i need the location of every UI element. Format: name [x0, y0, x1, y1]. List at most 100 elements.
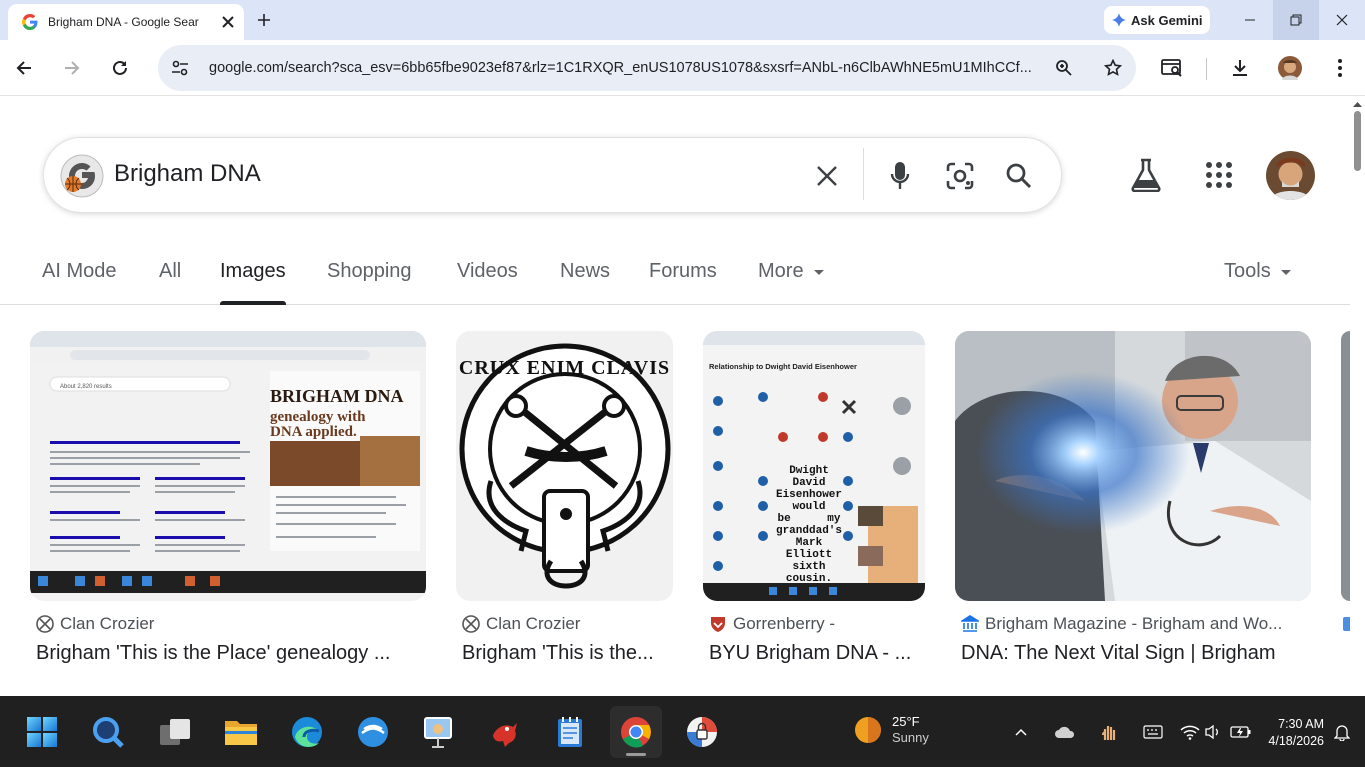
clock-time: 7:30 AM [1278, 717, 1324, 731]
clear-search-icon[interactable] [807, 156, 847, 196]
result-image-1[interactable]: About 2,820 results BRIGHAM DNA genealog… [30, 331, 426, 601]
back-button[interactable] [8, 52, 40, 84]
mail-app-icon[interactable] [347, 706, 399, 758]
restore-button[interactable] [1273, 0, 1319, 40]
result-5-favicon-partial [1343, 617, 1350, 631]
new-tab-button[interactable] [252, 8, 276, 32]
sunny-weather-icon [854, 716, 882, 744]
lens-search-icon[interactable] [940, 156, 980, 196]
game-app-icon[interactable] [478, 706, 530, 758]
result-1-title[interactable]: Brigham 'This is the Place' genealogy ..… [36, 642, 426, 665]
volume-icon[interactable] [1201, 720, 1225, 744]
google-account-avatar[interactable] [1266, 151, 1315, 200]
zoom-icon[interactable] [1055, 59, 1073, 77]
gemini-sparkle-icon [1112, 13, 1131, 27]
close-tab-icon[interactable] [220, 14, 236, 30]
keyboard-icon[interactable] [1141, 720, 1165, 744]
tab-images[interactable]: Images [220, 260, 286, 305]
taskbar-clock[interactable]: 7:30 AM 4/18/2026 [1262, 716, 1324, 750]
clan-crozier-favicon-icon [36, 615, 54, 633]
tab-videos[interactable]: Videos [457, 260, 518, 305]
voice-search-icon[interactable] [880, 156, 920, 196]
hand-gesture-icon[interactable] [1097, 720, 1121, 744]
result-1-logo-line2: genealogy with [270, 409, 366, 425]
url-text: google.com/search?sca_esv=6bb65fbe9023ef… [209, 60, 1032, 76]
result-1-logo-line3: DNA applied. [270, 424, 357, 440]
result-2-motto: CRUX ENIM CLAVIS [458, 357, 671, 379]
google-apps-icon[interactable] [1205, 161, 1233, 189]
chevron-down-icon [1280, 270, 1291, 305]
result-3-source-label: Gorrenberry - [733, 614, 836, 633]
bookmark-star-icon[interactable] [1104, 59, 1122, 77]
tab-shopping[interactable]: Shopping [327, 260, 412, 305]
reload-button[interactable] [104, 52, 136, 84]
search-query-text: Brigham DNA [114, 160, 261, 187]
result-3-source[interactable]: Gorrenberry - [709, 614, 925, 634]
file-explorer-icon[interactable] [215, 706, 267, 758]
taskbar-search-icon[interactable] [82, 706, 134, 758]
downloads-icon[interactable] [1224, 52, 1256, 84]
result-image-4[interactable] [955, 331, 1311, 601]
windows-taskbar: 25°F Sunny 7:30 AM 4/18/2026 [0, 696, 1365, 767]
result-image-2[interactable]: CRUX ENIM CLAVIS [456, 331, 673, 601]
notifications-bell-icon[interactable] [1330, 720, 1354, 744]
address-bar[interactable]: google.com/search?sca_esv=6bb65fbe9023ef… [158, 45, 1136, 91]
search-nav-tabs: AI Mode All Images Shopping Videos News … [0, 248, 1350, 305]
active-app-indicator [626, 753, 646, 756]
byu-shield-favicon-icon [709, 615, 727, 633]
battery-charging-icon[interactable] [1229, 720, 1253, 744]
edge-browser-icon[interactable] [281, 706, 333, 758]
search-divider [863, 148, 864, 200]
site-info-icon[interactable] [170, 58, 190, 78]
tab-search-icon[interactable] [1156, 52, 1188, 84]
clan-crozier-favicon-icon [462, 615, 480, 633]
search-labs-flask-icon[interactable] [1130, 158, 1162, 192]
institution-building-icon [961, 615, 979, 633]
result-3-title[interactable]: BYU Brigham DNA - ... [709, 642, 925, 665]
browser-title-bar: Brigham DNA - Google Sear Ask Gemini [0, 0, 1365, 40]
start-button[interactable] [16, 706, 68, 758]
browser-tab[interactable]: Brigham DNA - Google Sear [8, 4, 244, 40]
result-1-source[interactable]: Clan Crozier [36, 614, 426, 634]
tools-button[interactable]: Tools [1224, 260, 1291, 305]
clock-date: 4/18/2026 [1268, 734, 1324, 748]
ask-gemini-button[interactable]: Ask Gemini [1104, 6, 1210, 34]
wifi-icon[interactable] [1178, 720, 1202, 744]
show-hidden-icons-chevron-icon[interactable] [1009, 720, 1033, 744]
tab-more[interactable]: More [758, 260, 824, 305]
result-2-title[interactable]: Brigham 'This is the... [462, 642, 673, 665]
result-3-heading: Relationship to Dwight David Eisenhower [709, 362, 857, 371]
onedrive-cloud-icon[interactable] [1053, 720, 1077, 744]
notepad-icon[interactable] [544, 706, 596, 758]
google-logo-icon[interactable] [60, 154, 104, 198]
weather-widget[interactable]: 25°F Sunny [854, 714, 929, 746]
chevron-down-icon [813, 270, 824, 305]
task-view-icon[interactable] [149, 706, 201, 758]
result-2-source[interactable]: Clan Crozier [462, 614, 673, 634]
search-submit-icon[interactable] [999, 156, 1039, 196]
presentation-app-icon[interactable] [412, 706, 464, 758]
forward-button[interactable] [56, 52, 88, 84]
tools-label: Tools [1224, 260, 1271, 282]
tab-ai-mode[interactable]: AI Mode [42, 260, 116, 305]
scrollbar-thumb[interactable] [1354, 111, 1361, 171]
result-4-title[interactable]: DNA: The Next Vital Sign | Brigham [961, 642, 1311, 665]
result-4-source[interactable]: Brigham Magazine - Brigham and Wo... [961, 614, 1311, 634]
tab-forums[interactable]: Forums [649, 260, 717, 305]
weather-temperature: 25°F [892, 714, 920, 729]
result-image-5-partial[interactable] [1341, 331, 1350, 601]
result-image-3[interactable]: Relationship to Dwight David Eisenhower … [703, 331, 925, 601]
tab-news[interactable]: News [560, 260, 610, 305]
close-window-button[interactable] [1319, 0, 1365, 40]
search-box[interactable]: Brigham DNA [43, 137, 1062, 213]
secure-browser-icon[interactable] [676, 706, 728, 758]
tab-all[interactable]: All [159, 260, 181, 305]
chrome-menu-icon[interactable] [1324, 52, 1356, 84]
result-1-source-label: Clan Crozier [60, 614, 155, 633]
result-3-caption: Dwight David Eisenhower would be my gran… [775, 465, 842, 585]
minimize-button[interactable] [1227, 0, 1273, 40]
profile-avatar[interactable] [1274, 52, 1306, 84]
tab-images-label: Images [220, 260, 286, 282]
chrome-taskbar-icon[interactable] [610, 706, 662, 758]
page-scrollbar[interactable] [1350, 97, 1365, 696]
